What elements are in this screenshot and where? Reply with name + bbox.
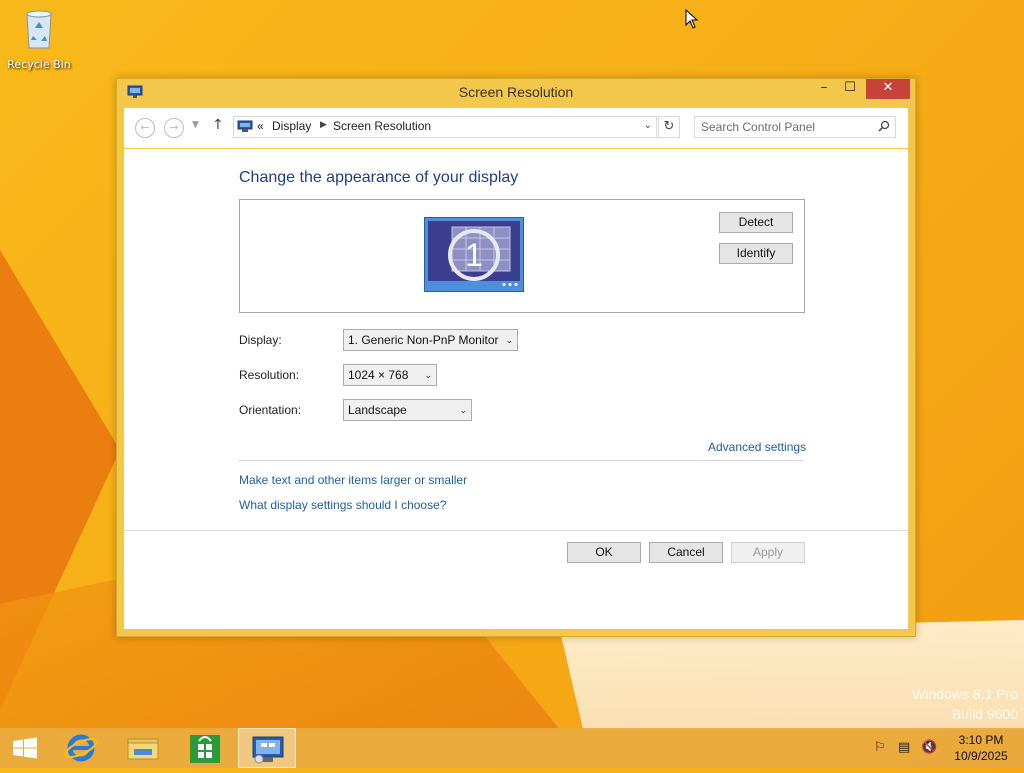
- orientation-select-value: Landscape: [348, 403, 407, 417]
- up-button[interactable]: ↑: [212, 117, 224, 133]
- internet-explorer-icon: [64, 734, 98, 762]
- page-title: Change the appearance of your display: [239, 169, 519, 186]
- watermark-edition: Windows 8.1 Pro: [912, 686, 1018, 702]
- chevron-down-icon: ⌄: [459, 405, 467, 415]
- resolution-select-value: 1024 × 768: [348, 368, 409, 382]
- dialog-footer: OK Cancel Apply: [124, 531, 908, 629]
- detect-button[interactable]: Detect: [719, 212, 793, 233]
- recycle-bin-label: Recycle Bin: [7, 58, 71, 71]
- address-dropdown-icon[interactable]: ⌄: [644, 120, 652, 131]
- store-icon: [190, 735, 220, 763]
- display-settings-icon: [237, 120, 253, 132]
- taskbar-file-explorer[interactable]: [114, 728, 172, 768]
- apply-button[interactable]: Apply: [731, 542, 805, 563]
- address-bar[interactable]: « Display ▶ Screen Resolution ⌄: [233, 116, 657, 138]
- windows-watermark: Windows 8.1 Pro Build 9600: [912, 684, 1018, 724]
- close-button[interactable]: ✕: [866, 79, 910, 99]
- search-box[interactable]: [694, 116, 896, 138]
- breadcrumb-display[interactable]: Display: [272, 119, 311, 133]
- monitor-1-icon[interactable]: 1: [424, 217, 524, 292]
- recent-locations-dropdown[interactable]: ▼: [192, 120, 199, 130]
- screen-resolution-icon: [252, 736, 284, 764]
- ok-button[interactable]: OK: [567, 542, 641, 563]
- window-title: Screen Resolution: [458, 84, 574, 100]
- refresh-button[interactable]: ↻: [658, 116, 680, 138]
- taskbar: ⚐ ▤ 🔇 3:10 PM 10/9/2025: [0, 728, 1024, 768]
- watermark-build: Build 9600: [951, 706, 1018, 722]
- back-button[interactable]: ←: [135, 118, 155, 138]
- system-clock[interactable]: 3:10 PM 10/9/2025: [950, 732, 1012, 764]
- action-center-flag-icon[interactable]: ⚐: [874, 740, 886, 755]
- recycle-bin-shortcut[interactable]: Recycle Bin: [6, 8, 72, 71]
- identify-button[interactable]: Identify: [719, 243, 793, 264]
- screen-resolution-window: Screen Resolution – ☐ ✕ ← → ▼ ↑ « Displa…: [116, 78, 916, 637]
- text-size-link[interactable]: Make text and other items larger or smal…: [239, 473, 467, 487]
- maximize-button[interactable]: ☐: [839, 79, 861, 99]
- start-button[interactable]: [0, 728, 58, 768]
- clock-date: 10/9/2025: [954, 749, 1008, 763]
- breadcrumb-screen-resolution[interactable]: Screen Resolution: [333, 119, 431, 133]
- orientation-select[interactable]: Landscape ⌄: [343, 399, 472, 421]
- minimize-button[interactable]: –: [813, 79, 835, 99]
- navigation-bar: ← → ▼ ↑ « Display ▶ Screen Resolution ⌄ …: [124, 108, 908, 148]
- breadcrumb-chevron-icon[interactable]: ▶: [320, 120, 327, 130]
- cancel-button[interactable]: Cancel: [649, 542, 723, 563]
- search-icon[interactable]: [878, 120, 890, 132]
- resolution-select[interactable]: 1024 × 768 ⌄: [343, 364, 437, 386]
- file-explorer-icon: [127, 738, 159, 760]
- taskbar-screen-resolution[interactable]: [238, 728, 296, 768]
- title-bar[interactable]: Screen Resolution – ☐ ✕: [117, 79, 915, 107]
- monitor-number: 1: [465, 237, 483, 273]
- advanced-settings-link[interactable]: Advanced settings: [708, 440, 806, 454]
- search-input[interactable]: [701, 119, 871, 135]
- chevron-down-icon: ⌄: [424, 370, 432, 380]
- display-label: Display:: [239, 333, 282, 347]
- display-select-value: 1. Generic Non-PnP Monitor: [348, 333, 499, 347]
- volume-muted-icon[interactable]: 🔇: [921, 740, 937, 755]
- network-icon[interactable]: ▤: [898, 740, 910, 755]
- divider: [239, 460, 804, 461]
- taskbar-internet-explorer[interactable]: [52, 728, 110, 768]
- mouse-cursor-icon: [685, 9, 699, 29]
- display-settings-help-link[interactable]: What display settings should I choose?: [239, 498, 446, 512]
- orientation-label: Orientation:: [239, 403, 302, 417]
- chevron-down-icon: ⌄: [505, 335, 513, 345]
- taskbar-store[interactable]: [176, 728, 234, 768]
- display-preview-area: 1 Detect Identify: [239, 199, 805, 313]
- display-select[interactable]: 1. Generic Non-PnP Monitor ⌄: [343, 329, 518, 351]
- recycle-bin-icon: [26, 10, 52, 49]
- forward-button[interactable]: →: [164, 118, 184, 138]
- main-content: Change the appearance of your display 1 …: [124, 149, 908, 530]
- clock-time: 3:10 PM: [958, 733, 1004, 747]
- breadcrumb-prefix[interactable]: «: [257, 119, 264, 133]
- start-icon: [13, 737, 37, 759]
- resolution-label: Resolution:: [239, 368, 300, 382]
